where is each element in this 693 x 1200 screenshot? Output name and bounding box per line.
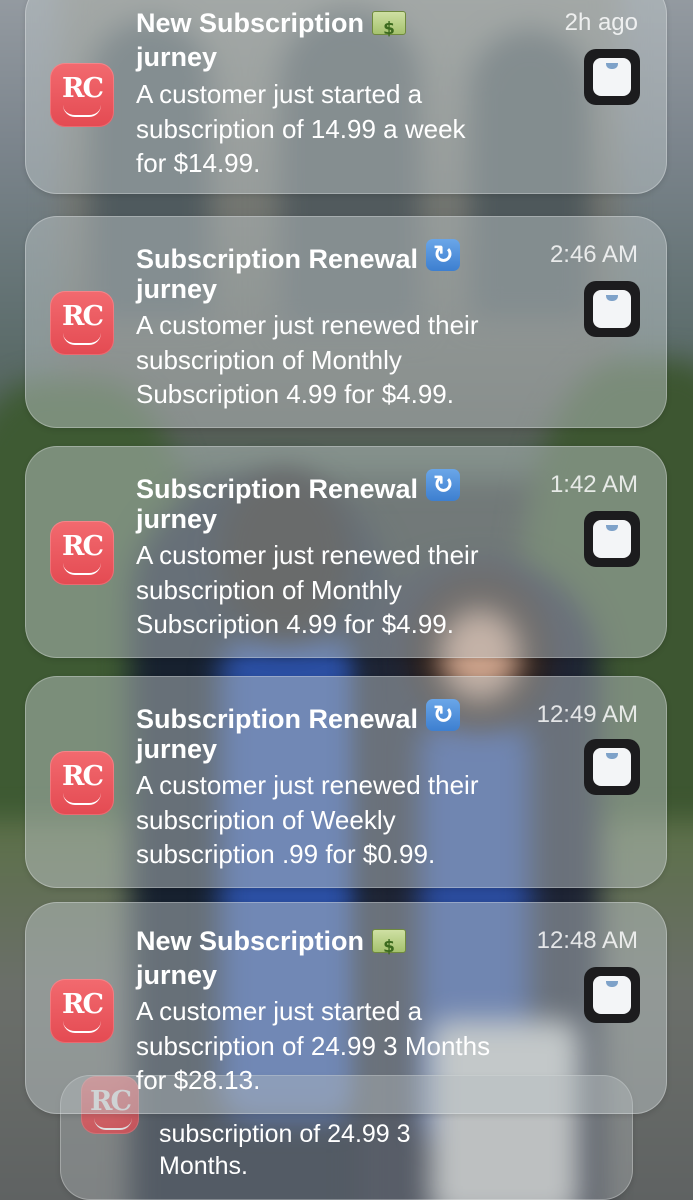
notification-thumbnail xyxy=(584,281,640,337)
notification-title: Subscription Renewal xyxy=(136,699,461,735)
revenuecat-app-icon: RC xyxy=(50,291,114,355)
revenuecat-app-icon: RC xyxy=(50,521,114,585)
notification-card[interactable]: RC New Subscription 12:48 AM jurney A cu… xyxy=(25,902,667,1114)
notification-app-name: jurney xyxy=(136,734,218,764)
notification-time: 2:46 AM xyxy=(549,241,638,268)
renew-icon xyxy=(426,469,461,501)
notification-card[interactable]: RC New Subscription 2h ago jurney A cust… xyxy=(25,0,667,194)
notification-title: New Subscription xyxy=(136,7,407,45)
notification-body: A customer just started a subscription o… xyxy=(136,996,491,1095)
notification-app-name: jurney xyxy=(136,274,218,304)
notification-time: 2h ago xyxy=(564,9,638,36)
stacked-notification-body: subscription of 24.99 3 Months. xyxy=(159,1120,411,1180)
notification-time: 1:42 AM xyxy=(549,471,638,498)
notification-title: Subscription Renewal xyxy=(136,469,461,505)
notification-thumbnail xyxy=(584,967,640,1023)
notification-stack: RC subscription of 24.99 3 Months. RC Ne… xyxy=(0,0,693,1200)
notification-thumbnail xyxy=(584,49,640,105)
renew-icon xyxy=(426,699,461,731)
notification-title: New Subscription xyxy=(136,925,407,963)
notification-body: A customer just started a subscription o… xyxy=(136,79,466,178)
revenuecat-app-icon: RC xyxy=(50,63,114,127)
money-icon xyxy=(372,929,407,963)
notification-title: Subscription Renewal xyxy=(136,239,461,275)
money-icon xyxy=(372,11,407,45)
notification-time: 12:48 AM xyxy=(536,927,638,954)
renew-icon xyxy=(426,239,461,271)
notification-thumbnail xyxy=(584,511,640,567)
revenuecat-app-icon: RC xyxy=(50,979,114,1043)
notification-app-name: jurney xyxy=(136,42,218,72)
notification-card[interactable]: RC Subscription Renewal 1:42 AM jurney A… xyxy=(25,446,667,658)
notification-body: A customer just renewed their subscripti… xyxy=(136,540,479,639)
revenuecat-app-icon: RC xyxy=(50,751,114,815)
notification-app-name: jurney xyxy=(136,504,218,534)
notification-time: 12:49 AM xyxy=(536,701,638,728)
notification-thumbnail xyxy=(584,739,640,795)
notification-card[interactable]: RC Subscription Renewal 2:46 AM jurney A… xyxy=(25,216,667,428)
notification-card[interactable]: RC Subscription Renewal 12:49 AM jurney … xyxy=(25,676,667,888)
notification-app-name: jurney xyxy=(136,960,218,990)
notification-body: A customer just renewed their subscripti… xyxy=(136,310,479,409)
notification-body: A customer just renewed their subscripti… xyxy=(136,770,479,869)
